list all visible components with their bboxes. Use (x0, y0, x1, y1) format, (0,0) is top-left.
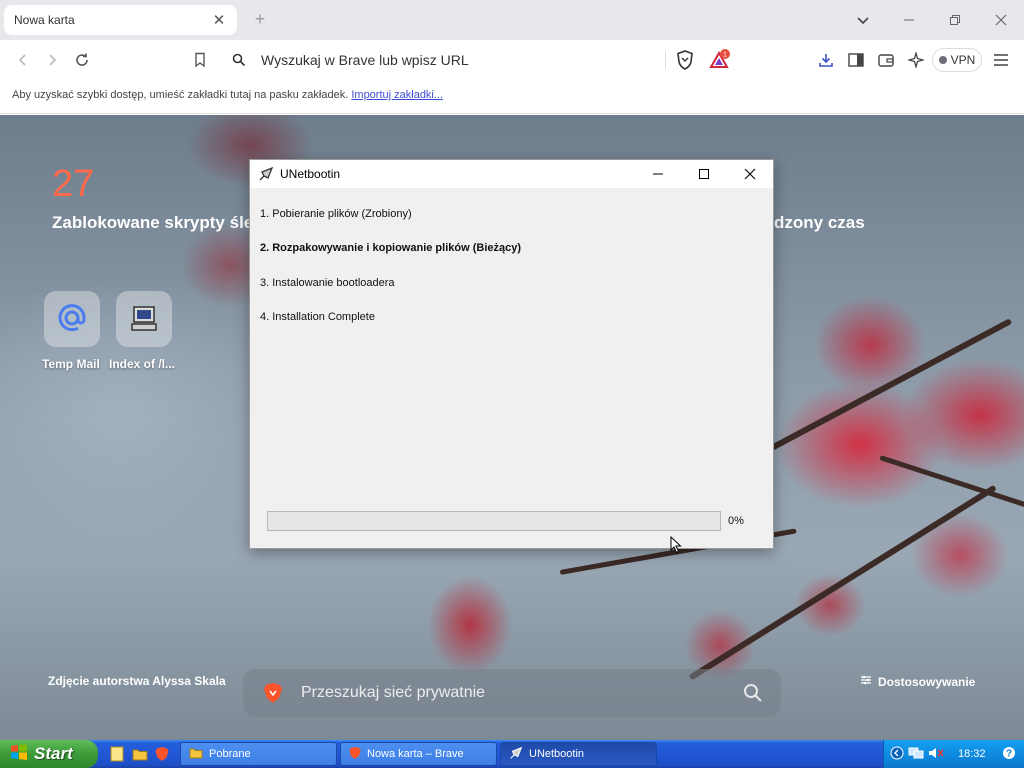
blocked-count: 27 (52, 163, 95, 205)
tray-expand-icon[interactable] (890, 746, 904, 763)
wallet-icon[interactable] (875, 49, 897, 71)
ntp-search-placeholder: Przeszukaj sieć prywatnie (301, 684, 486, 701)
tab-close-icon[interactable]: ✕ (211, 11, 227, 29)
back-icon[interactable] (12, 49, 34, 71)
browser-window-controls (840, 0, 1024, 40)
progress-percent: 0% (728, 515, 744, 527)
blocked-label: Zablokowane skrypty śle (52, 213, 254, 232)
reload-icon[interactable] (71, 49, 93, 71)
system-tray: 18:32 ? (883, 740, 1024, 768)
top-site-index[interactable] (116, 291, 172, 347)
vpn-button[interactable]: VPN (932, 48, 982, 72)
vpn-label: VPN (950, 53, 976, 67)
new-tab-plus-icon[interactable]: + (249, 8, 271, 30)
unetbootin-icon (258, 166, 274, 185)
import-bookmarks-link[interactable]: Importuj zakładki... (351, 89, 443, 101)
quicklaunch-folder-icon[interactable] (131, 745, 149, 763)
at-sign-icon (56, 302, 88, 337)
folder-icon (189, 747, 203, 762)
vpn-status-icon (938, 56, 947, 64)
minimize-icon[interactable] (635, 160, 681, 188)
task-unetbootin[interactable]: UNetbootin (500, 742, 657, 766)
computer-icon (129, 303, 159, 336)
dialog-window-controls (635, 160, 773, 188)
task-pobrane[interactable]: Pobrane (180, 742, 337, 766)
address-bar-placeholder: Wyszukaj w Brave lub wpisz URL (261, 52, 469, 68)
leo-ai-icon[interactable] (905, 49, 927, 71)
step-installation-complete: 4. Installation Complete (260, 311, 375, 323)
brave-shields-icon[interactable] (674, 49, 696, 71)
background-branch (879, 455, 1024, 516)
task-label: UNetbootin (529, 748, 585, 760)
forward-icon[interactable] (41, 49, 63, 71)
dialog-titlebar[interactable]: UNetbootin (250, 160, 773, 188)
close-window-icon[interactable] (978, 0, 1024, 40)
bookmarks-hint: Aby uzyskać szybki dostęp, umieść zakład… (12, 89, 349, 101)
sliders-icon (860, 674, 872, 689)
rewards-badge-count: 1 (723, 52, 727, 59)
bookmarks-bar: Aby uzyskać szybki dostęp, umieść zakład… (0, 80, 1024, 114)
customize-button[interactable]: Dostosowywanie (860, 674, 975, 689)
brave-lion-icon (349, 746, 361, 763)
minimize-icon[interactable] (886, 0, 932, 40)
taskbar: Start Pobrane Nowa karta – Brave UNetboo… (0, 740, 1024, 768)
quicklaunch-brave-icon[interactable] (153, 745, 171, 763)
quicklaunch-notes-icon[interactable] (108, 745, 126, 763)
address-bar-divider (665, 51, 666, 69)
mouse-cursor-icon (670, 535, 682, 557)
dialog-title: UNetbootin (280, 167, 341, 181)
top-site-temp-mail[interactable] (44, 291, 100, 347)
volume-muted-icon[interactable] (928, 746, 944, 763)
clock: 18:32 (958, 748, 986, 760)
tab-title: Nowa karta (14, 13, 75, 27)
brave-rewards-icon[interactable]: 1 (708, 49, 730, 71)
task-label: Pobrane (209, 748, 251, 760)
tab-strip: Nowa karta ✕ + (0, 0, 1024, 40)
svg-text:?: ? (1005, 748, 1011, 759)
saved-time-label: dzony czas (774, 213, 865, 232)
windows-logo-icon (10, 743, 28, 766)
step-install-bootloader: 3. Instalowanie bootloadera (260, 277, 395, 289)
sidebar-icon[interactable] (845, 49, 867, 71)
bookmark-icon[interactable] (189, 49, 211, 71)
brave-lion-icon (263, 682, 283, 707)
step-download: 1. Pobieranie plików (Zrobiony) (260, 208, 412, 220)
progress-bar (267, 511, 721, 531)
unetbootin-icon (509, 746, 523, 763)
tab-search-chevron-icon[interactable] (840, 0, 886, 40)
address-bar[interactable]: Wyszukaj w Brave lub wpisz URL (218, 45, 746, 75)
unetbootin-dialog: UNetbootin 1. Pobieranie plików (Zrobion… (249, 159, 774, 549)
help-icon[interactable]: ? (1002, 746, 1016, 763)
task-brave[interactable]: Nowa karta – Brave (340, 742, 497, 766)
top-site-label: Temp Mail (42, 357, 100, 371)
network-icon[interactable] (908, 746, 924, 763)
search-icon (743, 683, 763, 706)
customize-label: Dostosowywanie (878, 674, 976, 689)
ntp-search-box[interactable]: Przeszukaj sieć prywatnie (243, 669, 781, 717)
start-button[interactable]: Start (0, 740, 98, 768)
photo-credit[interactable]: Zdjęcie autorstwa Alyssa Skala (48, 674, 226, 688)
start-label: Start (34, 744, 73, 763)
step-extract-copy: 2. Rozpakowywanie i kopiowanie plików (B… (260, 242, 522, 254)
downloads-icon[interactable] (815, 49, 837, 71)
search-icon (232, 53, 246, 70)
maximize-icon[interactable] (681, 160, 727, 188)
browser-toolbar: Wyszukaj w Brave lub wpisz URL 1 VPN (0, 40, 1024, 80)
close-icon[interactable] (727, 160, 773, 188)
menu-icon[interactable] (990, 49, 1012, 71)
tab-new-tab[interactable]: Nowa karta ✕ (4, 5, 237, 35)
restore-icon[interactable] (932, 0, 978, 40)
task-label: Nowa karta – Brave (367, 748, 464, 760)
top-site-label: Index of /l... (109, 357, 176, 371)
